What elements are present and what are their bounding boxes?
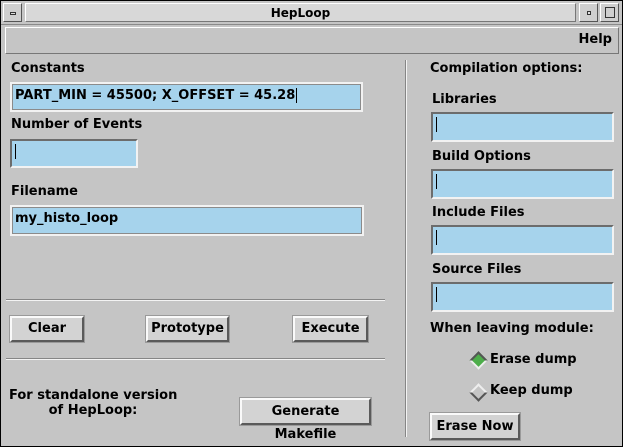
- menu-bar: Help: [5, 27, 619, 54]
- build-options-label: Build Options: [432, 149, 531, 164]
- filename-label: Filename: [11, 184, 78, 199]
- number-of-events-input[interactable]: [10, 139, 138, 168]
- maximize-icon: [605, 7, 615, 18]
- radio-selected-icon[interactable]: [469, 351, 488, 370]
- title-bar: HepLoop: [1, 1, 622, 25]
- erase-dump-label[interactable]: Erase dump: [490, 352, 577, 367]
- leaving-module-title: When leaving module:: [430, 321, 594, 336]
- source-files-label: Source Files: [432, 262, 522, 277]
- keep-dump-label[interactable]: Keep dump: [490, 383, 573, 398]
- separator-top: [6, 299, 385, 301]
- vertical-separator: [405, 60, 407, 437]
- include-files-input[interactable]: [431, 225, 614, 255]
- text-cursor: [15, 144, 16, 159]
- include-files-label: Include Files: [432, 205, 525, 220]
- filename-input[interactable]: my_histo_loop: [10, 205, 364, 236]
- erase-now-button[interactable]: Erase Now: [430, 413, 520, 440]
- text-cursor: [436, 117, 437, 132]
- text-cursor: [436, 174, 437, 189]
- radio-unselected-icon[interactable]: [469, 383, 488, 402]
- text-cursor: [436, 230, 437, 245]
- minimize-icon: [587, 11, 591, 15]
- standalone-line-2: of HepLoop:: [48, 403, 138, 418]
- source-files-input[interactable]: [431, 282, 614, 312]
- text-cursor: [296, 88, 298, 103]
- text-cursor: [436, 287, 437, 302]
- window-menu-icon: [10, 12, 16, 15]
- menu-help[interactable]: Help: [579, 32, 612, 47]
- maximize-button[interactable]: [600, 3, 619, 22]
- execute-button[interactable]: Execute: [293, 316, 368, 342]
- constants-value: PART_MIN = 45500; X_OFFSET = 45.28: [15, 88, 296, 103]
- minimize-button[interactable]: [579, 3, 598, 22]
- constants-label: Constants: [11, 61, 85, 76]
- number-of-events-label: Number of Events: [11, 117, 143, 132]
- generate-makefile-button[interactable]: Generate Makefile: [240, 398, 371, 442]
- compilation-options-title: Compilation options:: [430, 61, 583, 76]
- constants-input[interactable]: PART_MIN = 45500; X_OFFSET = 45.28: [10, 82, 363, 112]
- libraries-input[interactable]: [431, 112, 614, 142]
- prototype-button[interactable]: Prototype: [146, 316, 229, 342]
- separator-bottom: [6, 358, 385, 360]
- standalone-line-1: For standalone version: [9, 388, 178, 403]
- libraries-label: Libraries: [432, 92, 497, 107]
- build-options-input[interactable]: [431, 169, 614, 199]
- heploop-window: HepLoop Help Constants PART_MIN = 45500;…: [0, 0, 623, 447]
- window-menu-button[interactable]: [3, 3, 22, 22]
- filename-value: my_histo_loop: [15, 211, 119, 226]
- window-title: HepLoop: [25, 3, 576, 22]
- clear-button[interactable]: Clear: [10, 316, 84, 342]
